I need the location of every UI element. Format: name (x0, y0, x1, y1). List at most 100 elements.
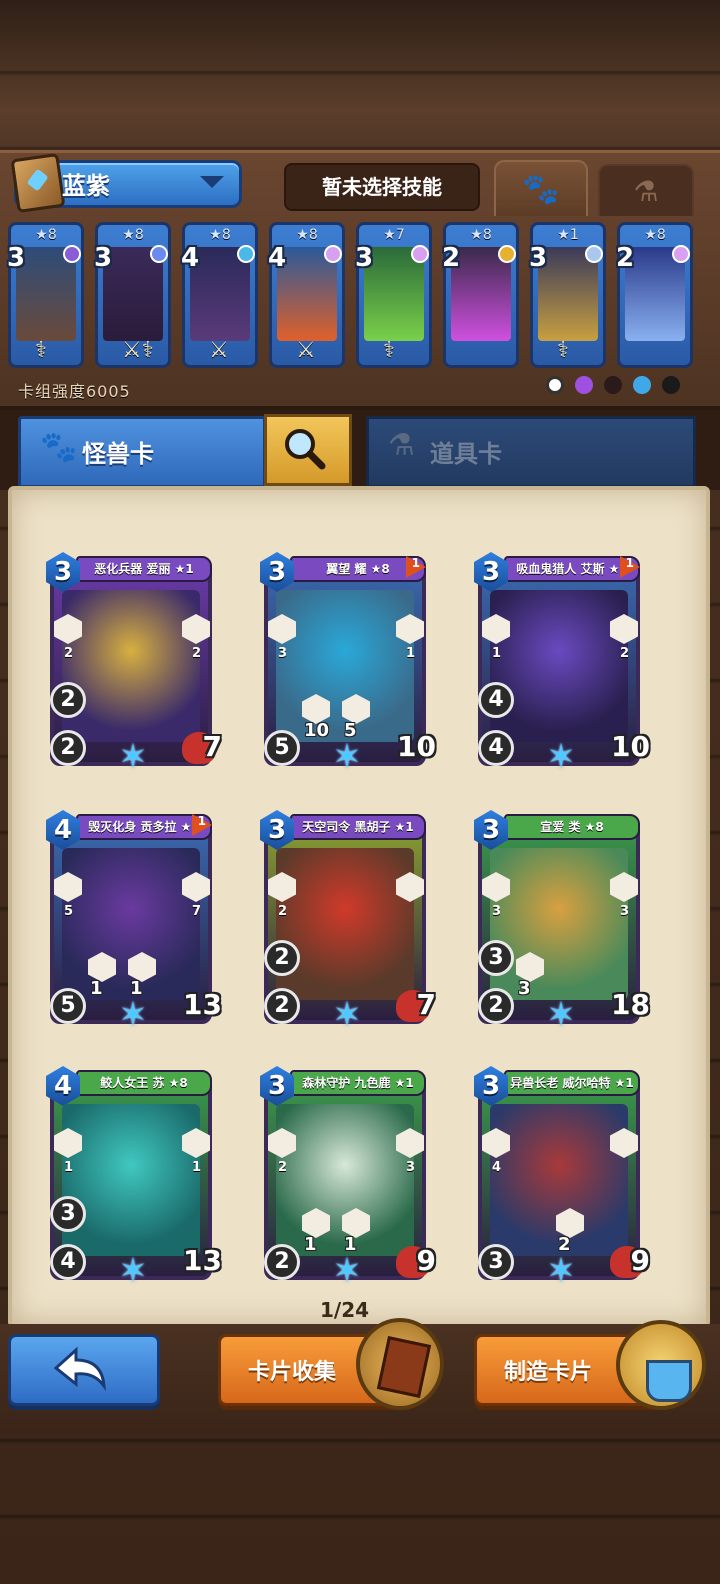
rarity-flag-number: 1 (411, 556, 420, 570)
potion-icon: ⚗ (388, 428, 415, 463)
star-badge-icon: ✶ (332, 995, 362, 1035)
ability-value: 3 (518, 978, 531, 999)
skill-left-value: 4 (492, 1160, 502, 1175)
card-name-banner: 恶化兵器 爱丽 ★1 (76, 556, 212, 582)
skill-right-value: 1 (406, 646, 416, 661)
deck-card[interactable]: ★7 3 ⚕ (355, 222, 432, 368)
attack-stat: 2 (50, 730, 86, 766)
skill-left-value: 5 (64, 904, 74, 919)
tab-item-cards-label: 道具卡 (430, 440, 502, 468)
tab-monster-deck[interactable]: 🐾 (494, 160, 588, 216)
skill-right-value: 3 (620, 904, 630, 919)
health-stat: 7 (202, 730, 222, 763)
deck-card-cost: 4 (181, 243, 200, 273)
card-name-banner: 天空司令 黑胡子 ★1 (290, 814, 426, 840)
skill-left-value: 1 (64, 1160, 74, 1175)
deck-card-stars: ★8 (122, 227, 144, 243)
card-name-banner: 翼望 耀 ★8 (290, 556, 426, 582)
attack-stat: 4 (478, 730, 514, 766)
element-blue-icon (633, 376, 652, 394)
deck-card-stars: ★8 (296, 227, 318, 243)
element-dark-icon (604, 376, 623, 394)
monster-card[interactable]: 吸血鬼猎人 艾斯 ★8 3 1 1 2 4 4 ✶ 10 (472, 552, 650, 776)
health-stat: 9 (630, 1244, 650, 1277)
chevron-down-icon[interactable] (200, 176, 224, 188)
deck-strength: 卡组强度6005 (18, 382, 131, 401)
skill-left-value: 2 (278, 1160, 288, 1175)
monster-card[interactable]: 异兽长老 威尔哈特 ★1 3 4 2 3 ✶ 9 (472, 1066, 650, 1291)
card-name-banner: 异兽长老 威尔哈特 ★1 (504, 1070, 640, 1096)
attack-stat: 2 (264, 988, 300, 1024)
attack-stat: 5 (50, 988, 86, 1024)
monster-card[interactable]: 鲛人女王 苏 ★8 4 1 1 3 4 ✶ 13 (44, 1066, 222, 1291)
monster-card[interactable]: 森林守护 九色鹿 ★1 3 2 3 1 1 2 ✶ 9 (258, 1066, 436, 1291)
deck-card[interactable]: ★8 3 ⚔⚕ (94, 222, 171, 368)
star-badge-icon: ✶ (118, 1251, 148, 1291)
monster-card[interactable]: 恶化兵器 爱丽 ★1 3 2 2 2 2 ✶ 7 (44, 552, 222, 777)
card-art (276, 848, 414, 1000)
star-badge-icon: ✶ (332, 1251, 362, 1291)
deck-card[interactable]: ★8 3 ⚕ (7, 222, 84, 368)
defense-stat: 3 (478, 940, 514, 976)
monster-card[interactable]: 毁灭化身 贡多拉 ★8 4 1 5 7 1 1 5 ✶ 13 (44, 810, 222, 1034)
deck-card-row: ★8 3 ⚕ ★8 3 ⚔⚕ ★8 4 ⚔ ★8 4 ⚔ ★7 3 ⚕ ★8 2 ★1 3 ⚕ ★8 2 (7, 222, 712, 372)
skill-left-value: 1 (492, 646, 502, 661)
tab-monster-cards-label: 怪兽卡 (82, 440, 154, 468)
attack-stat: 5 (264, 730, 300, 766)
skill-left-value: 3 (492, 904, 502, 919)
gem-icon (585, 245, 603, 263)
deck-card[interactable]: ★8 4 ⚔ (268, 222, 345, 368)
back-arrow-icon (53, 1346, 106, 1392)
deck-element-icons (546, 376, 686, 398)
tab-potion-deck[interactable]: ⚗ (598, 164, 694, 216)
attack-stat: 2 (478, 988, 514, 1024)
defense-stat: 4 (478, 682, 514, 718)
ability-value: 10 (304, 720, 330, 741)
deck-card[interactable]: ★8 4 ⚔ (181, 222, 258, 368)
deck-card-cost: 3 (529, 243, 548, 273)
star-badge-icon: ✶ (118, 737, 148, 777)
deck-card-cost: 2 (442, 243, 461, 273)
search-icon (285, 429, 326, 470)
ability-value: 1 (90, 978, 103, 999)
rarity-flag-number: 1 (625, 556, 634, 570)
card-name-banner: 鲛人女王 苏 ★8 (76, 1070, 212, 1096)
weapon-icon: ⚕ (383, 338, 395, 363)
element-shadow-icon (662, 376, 681, 394)
weapon-icon: ⚕ (35, 338, 47, 363)
deck-card[interactable]: ★8 2 (442, 222, 519, 368)
potion-icon: ⚗ (633, 175, 659, 208)
star-badge-icon: ✶ (332, 737, 362, 777)
star-badge-icon: ✶ (546, 1251, 576, 1291)
health-stat: 9 (416, 1244, 436, 1277)
gem-icon (237, 245, 255, 263)
star-badge-icon: ✶ (546, 995, 576, 1035)
paw-jar-icon[interactable] (616, 1320, 706, 1410)
attack-stat: 3 (478, 1244, 514, 1280)
deck-card-cost: 2 (616, 243, 635, 273)
skill-right-value: 2 (620, 646, 630, 661)
skill-right-value: 1 (192, 1160, 202, 1175)
skill-right-value: 7 (192, 904, 202, 919)
health-stat: 18 (611, 988, 650, 1021)
skill-select-button[interactable]: 暂未选择技能 (284, 163, 480, 211)
card-book-icon[interactable] (356, 1318, 444, 1410)
monster-card[interactable]: 宣爱 类 ★8 3 3 3 3 3 2 ✶ 18 (472, 810, 650, 1035)
deck-card-stars: ★8 (470, 227, 492, 243)
deck-card-stars: ★7 (383, 227, 405, 243)
paw-icon: 🐾 (40, 430, 78, 465)
deck-card[interactable]: ★8 2 (616, 222, 693, 368)
deck-card[interactable]: ★1 3 ⚕ (529, 222, 606, 368)
skill-left-value: 2 (64, 646, 74, 661)
card-art (62, 1104, 200, 1256)
monster-card[interactable]: 天空司令 黑胡子 ★1 3 2 2 2 ✶ 7 (258, 810, 436, 1035)
monster-card[interactable]: 翼望 耀 ★8 3 1 3 1 10 5 5 ✶ 10 (258, 552, 436, 777)
defense-stat: 2 (50, 682, 86, 718)
deck-card-stars: ★8 (644, 227, 666, 243)
weapon-icon: ⚕ (557, 338, 569, 363)
tab-item-cards[interactable] (366, 416, 696, 488)
weapon-icon: ⚔ (296, 338, 316, 363)
gem-icon (63, 245, 81, 263)
defense-stat: 2 (264, 940, 300, 976)
rarity-flag-number: 1 (197, 814, 206, 828)
